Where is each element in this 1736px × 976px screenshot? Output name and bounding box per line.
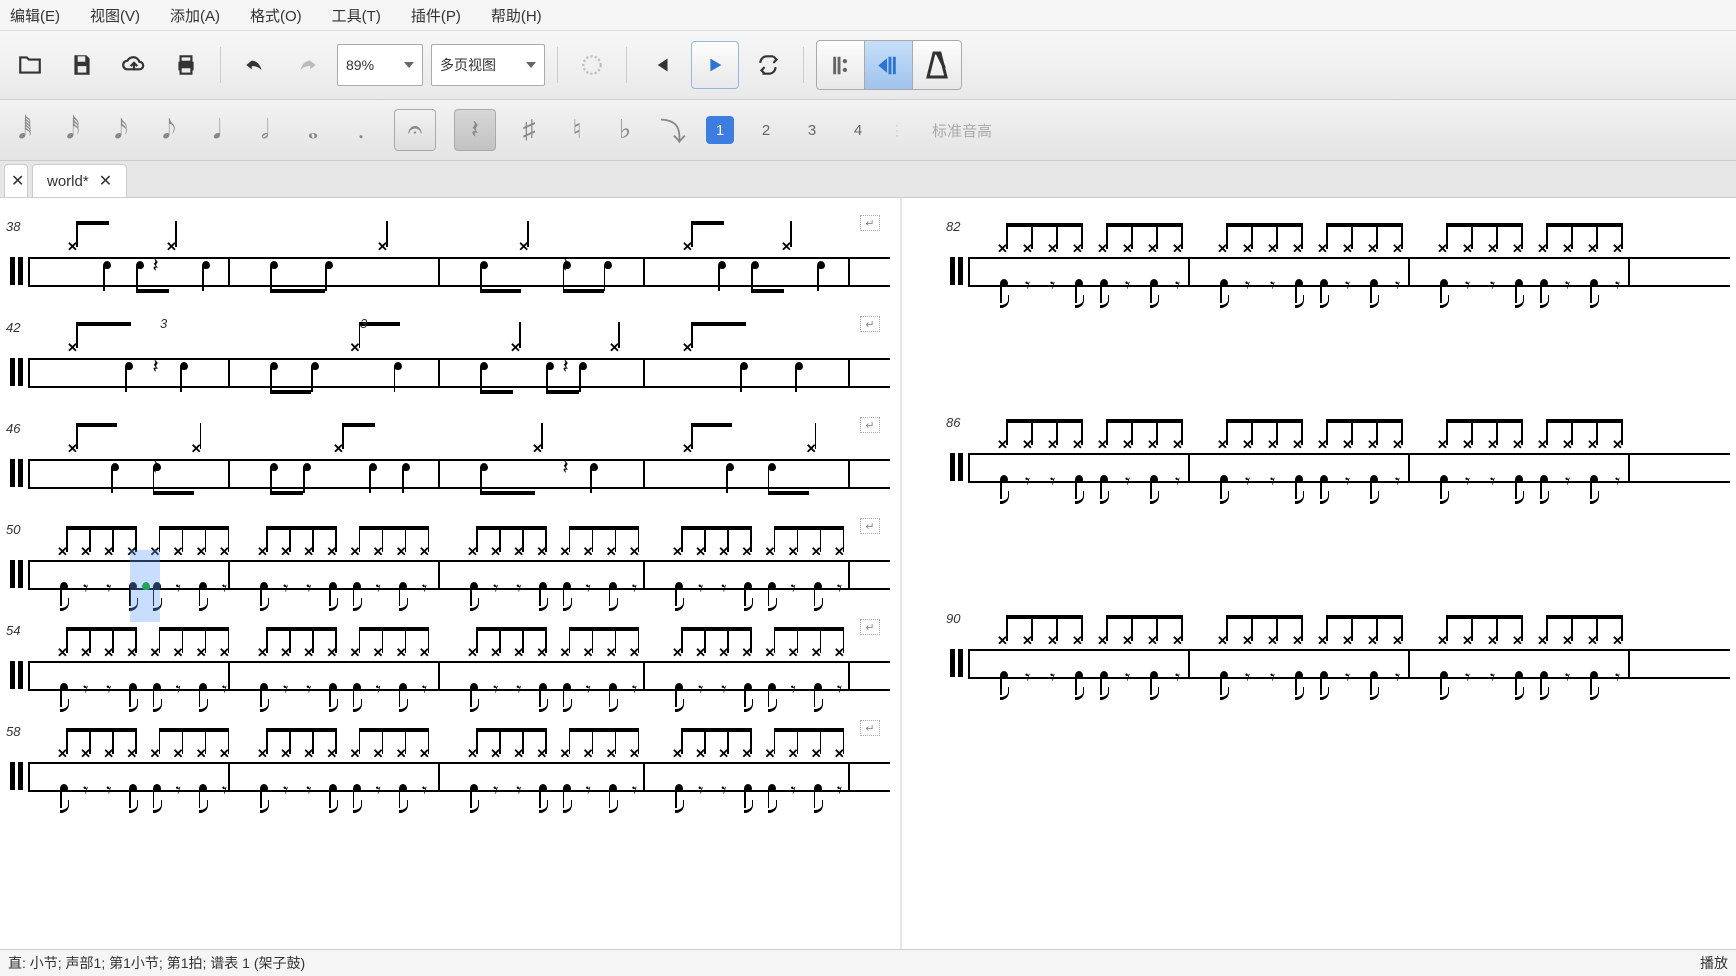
- staff-system[interactable]: 38↵𝄽𝄽: [10, 243, 890, 299]
- redo-button[interactable]: [285, 43, 329, 87]
- note-input-toolbar: 𝅘𝅥𝅱 𝅘𝅥𝅰 𝅘𝅥𝅯 𝅘𝅥𝅮 𝅘𝅥 𝅗𝅥 𝅝 . 𝄐 𝄽 ♯ ♮ ♭ ⤵ 1 …: [0, 100, 1736, 161]
- menu-plugins[interactable]: 插件(P): [411, 5, 461, 26]
- metronome-toggle[interactable]: [913, 41, 961, 89]
- measure-number: 58: [6, 724, 20, 739]
- menu-tools[interactable]: 工具(T): [332, 5, 381, 26]
- note-quarter[interactable]: 𝅘𝅥: [202, 112, 232, 148]
- menu-view[interactable]: 视图(V): [90, 5, 140, 26]
- measure-number: 38: [6, 219, 20, 234]
- measure-number: 90: [946, 611, 960, 626]
- pan-toggle[interactable]: [865, 41, 913, 89]
- tab-label: world*: [47, 173, 89, 190]
- main-toolbar: 89% 多页视图: [0, 31, 1736, 100]
- playback-toggle-group: [816, 40, 962, 90]
- note-64th[interactable]: 𝅘𝅥𝅱: [10, 112, 40, 148]
- zoom-combo[interactable]: 89%: [337, 44, 423, 86]
- close-icon[interactable]: ✕: [99, 171, 112, 191]
- staff-system[interactable]: 54↵𝄾𝄾𝄾𝄾𝄾𝄾𝄾𝄾𝄾𝄾𝄾𝄾𝄾𝄾𝄾𝄾: [10, 647, 890, 703]
- score-page-right: 82𝄾𝄾𝄾𝄾𝄾𝄾𝄾𝄾𝄾𝄾𝄾𝄾 86𝄾𝄾𝄾𝄾𝄾𝄾𝄾𝄾𝄾𝄾𝄾𝄾 90𝄾𝄾𝄾𝄾𝄾𝄾𝄾𝄾𝄾𝄾…: [940, 198, 1736, 966]
- staff-system[interactable]: 90𝄾𝄾𝄾𝄾𝄾𝄾𝄾𝄾𝄾𝄾𝄾𝄾: [950, 635, 1730, 691]
- note-dot[interactable]: .: [346, 112, 376, 148]
- note-half[interactable]: 𝅗𝅥: [250, 112, 280, 148]
- staff-system[interactable]: 46↵𝄽𝄽: [10, 445, 890, 501]
- voice-1-button[interactable]: 1: [706, 116, 734, 144]
- loop-button[interactable]: [747, 43, 791, 87]
- rest-button[interactable]: 𝄽: [454, 109, 496, 151]
- play-button[interactable]: [691, 41, 739, 89]
- voice-2-button[interactable]: 2: [752, 116, 780, 144]
- undo-button[interactable]: [233, 43, 277, 87]
- note-8th[interactable]: 𝅘𝅥𝅮: [154, 112, 184, 148]
- measure-number: 86: [946, 415, 960, 430]
- cloud-button[interactable]: [112, 43, 156, 87]
- status-text: 直: 小节; 声部1; 第1小节; 第1拍; 谱表 1 (架子鼓): [8, 953, 305, 973]
- note-32nd[interactable]: 𝅘𝅥𝅰: [58, 112, 88, 148]
- save-button[interactable]: [60, 43, 104, 87]
- open-button[interactable]: [8, 43, 52, 87]
- concert-pitch-button[interactable]: [570, 43, 614, 87]
- menu-add[interactable]: 添加(A): [170, 5, 220, 26]
- flat-button[interactable]: ♭: [610, 112, 640, 148]
- layout-combo[interactable]: 多页视图: [431, 44, 545, 86]
- measure-number: 42: [6, 320, 20, 335]
- staff-system[interactable]: 82𝄾𝄾𝄾𝄾𝄾𝄾𝄾𝄾𝄾𝄾𝄾𝄾: [950, 243, 1730, 299]
- tab-world[interactable]: world* ✕: [32, 164, 127, 197]
- tab-stub[interactable]: ✕: [4, 164, 28, 197]
- concert-pitch-label: 标准音高: [932, 120, 992, 141]
- measure-number: 82: [946, 219, 960, 234]
- status-mode: 播放: [1700, 953, 1728, 973]
- staff-system[interactable]: 58↵𝄾𝄾𝄾𝄾𝄾𝄾𝄾𝄾𝄾𝄾𝄾𝄾𝄾𝄾𝄾𝄾: [10, 748, 890, 804]
- staff-system[interactable]: 50↵𝄾𝄾𝄾𝄾𝄾𝄾𝄾𝄾𝄾𝄾𝄾𝄾𝄾𝄾𝄾𝄾: [10, 546, 890, 602]
- repeat-toggle[interactable]: [817, 41, 865, 89]
- document-tabs: ✕ world* ✕: [0, 161, 1736, 198]
- menubar: 编辑(E) 视图(V) 添加(A) 格式(O) 工具(T) 插件(P) 帮助(H…: [0, 0, 1736, 31]
- staff-system[interactable]: 42↵𝄽𝄽33: [10, 344, 890, 400]
- print-button[interactable]: [164, 43, 208, 87]
- note-16th[interactable]: 𝅘𝅥𝅯: [106, 112, 136, 148]
- status-bar: 直: 小节; 声部1; 第1小节; 第1拍; 谱表 1 (架子鼓) 播放: [0, 949, 1736, 976]
- score-view[interactable]: 38↵𝄽𝄽 42↵𝄽𝄽33 46↵𝄽𝄽 50↵𝄾𝄾𝄾𝄾𝄾𝄾𝄾𝄾𝄾𝄾𝄾𝄾𝄾𝄾𝄾𝄾 54↵𝄾…: [0, 198, 1736, 966]
- close-icon[interactable]: ✕: [11, 171, 24, 191]
- note-whole[interactable]: 𝅝: [298, 112, 328, 148]
- staff-system[interactable]: 86𝄾𝄾𝄾𝄾𝄾𝄾𝄾𝄾𝄾𝄾𝄾𝄾: [950, 439, 1730, 495]
- rewind-button[interactable]: [639, 43, 683, 87]
- tie-button[interactable]: 𝄐: [394, 109, 436, 151]
- natural-button[interactable]: ♮: [562, 112, 592, 148]
- menu-format[interactable]: 格式(O): [250, 5, 302, 26]
- measure-number: 46: [6, 421, 20, 436]
- sharp-button[interactable]: ♯: [514, 112, 544, 148]
- voice-4-button[interactable]: 4: [844, 116, 872, 144]
- measure-number: 50: [6, 522, 20, 537]
- voice-3-button[interactable]: 3: [798, 116, 826, 144]
- menu-edit[interactable]: 编辑(E): [10, 5, 60, 26]
- flip-button[interactable]: ⤵: [658, 112, 688, 148]
- score-page-left: 38↵𝄽𝄽 42↵𝄽𝄽33 46↵𝄽𝄽 50↵𝄾𝄾𝄾𝄾𝄾𝄾𝄾𝄾𝄾𝄾𝄾𝄾𝄾𝄾𝄾𝄾 54↵𝄾…: [0, 198, 902, 966]
- measure-number: 54: [6, 623, 20, 638]
- menu-help[interactable]: 帮助(H): [491, 5, 542, 26]
- selection-highlight: [130, 550, 160, 622]
